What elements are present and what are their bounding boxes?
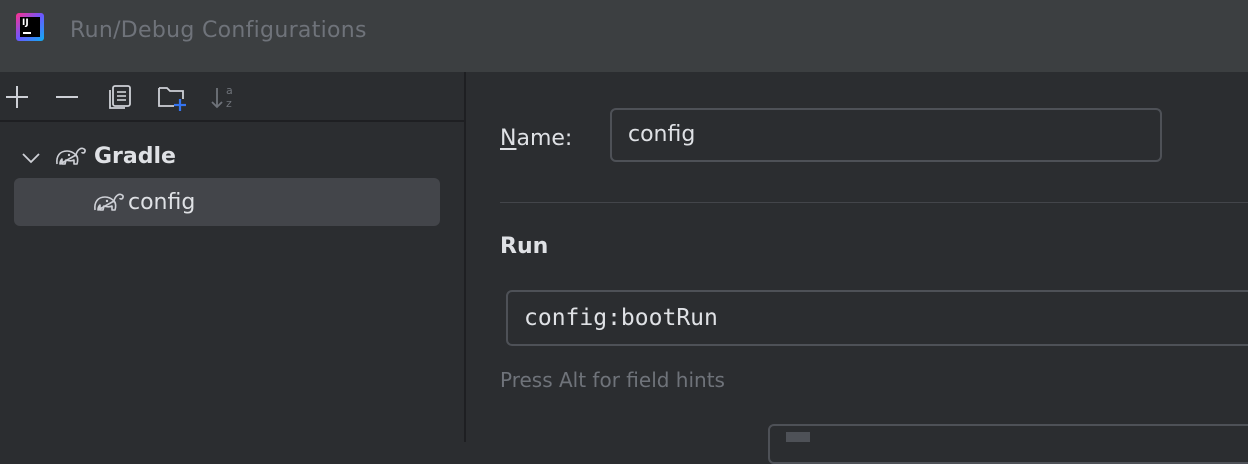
copy-button[interactable]	[103, 80, 137, 114]
name-label-text: ame:	[516, 126, 573, 151]
configuration-editor-panel: Name: config Run config:bootRun Press Al…	[466, 72, 1248, 464]
field-chip	[786, 432, 810, 442]
logo-text: IJ	[22, 18, 29, 28]
sort-button[interactable]: a z	[207, 80, 241, 114]
gradle-elephant-icon	[56, 147, 86, 165]
folder-add-icon	[158, 87, 186, 111]
partial-field[interactable]	[768, 424, 1248, 464]
remove-button[interactable]	[50, 80, 84, 114]
copy-icon	[109, 85, 131, 109]
gradle-elephant-icon	[94, 193, 124, 211]
tree-item-config[interactable]: config	[14, 178, 440, 226]
name-label: Name:	[500, 126, 572, 151]
sort-glyph-a: a	[226, 84, 233, 97]
chevron-down-icon[interactable]	[20, 148, 42, 168]
tree-group-label: Gradle	[94, 144, 176, 169]
sort-glyph-z: z	[226, 97, 232, 110]
intellij-logo-icon: IJ	[16, 13, 44, 41]
tree-item-label: config	[128, 190, 196, 215]
configuration-tree-panel: a z Gradle config	[0, 72, 464, 442]
plus-icon	[6, 86, 28, 108]
new-folder-button[interactable]	[155, 80, 189, 114]
add-button[interactable]	[0, 80, 34, 114]
tree-group-gradle[interactable]: Gradle	[14, 134, 440, 182]
name-label-mnemonic: N	[500, 126, 517, 151]
section-title-run: Run	[500, 234, 549, 259]
run-command-input[interactable]: config:bootRun	[506, 290, 1248, 346]
field-hints-text: Press Alt for field hints	[500, 368, 725, 392]
title-bar: IJ Run/Debug Configurations	[0, 0, 1248, 72]
window-title: Run/Debug Configurations	[70, 18, 367, 43]
tree-toolbar: a z	[0, 72, 464, 120]
section-divider	[500, 202, 1248, 203]
name-input[interactable]: config	[610, 108, 1162, 162]
minus-icon	[56, 96, 78, 98]
toolbar-divider	[0, 120, 464, 122]
sort-alpha-icon: a z	[211, 84, 233, 110]
